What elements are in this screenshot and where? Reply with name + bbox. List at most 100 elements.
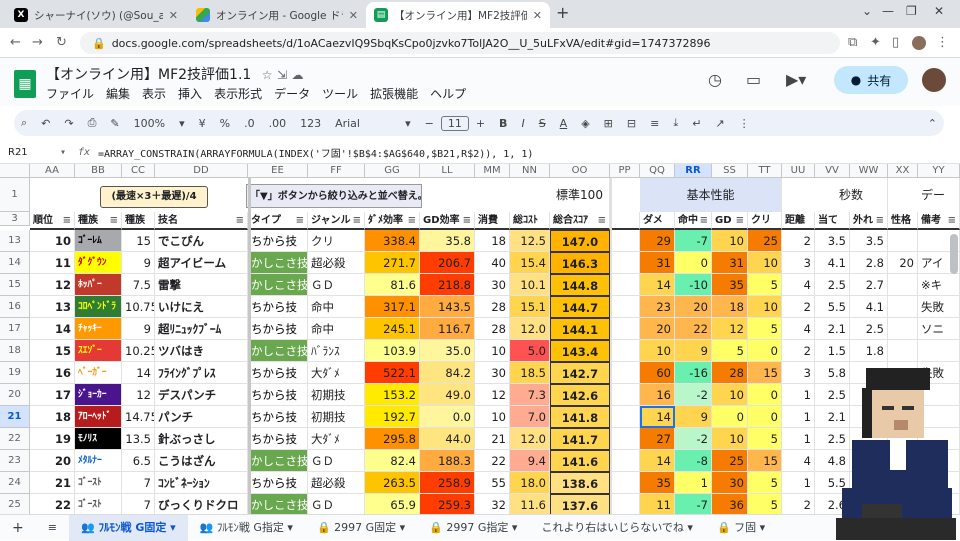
race-score-cell[interactable]: 14 [122,362,155,384]
filter-icon[interactable]: ≡ [948,212,956,228]
gd-stat-cell[interactable]: 5 [712,340,748,362]
hit-time-cell[interactable]: 5.5 [815,472,850,494]
column-header[interactable]: WW [850,164,888,178]
column-header[interactable]: EE [248,164,308,178]
plus-icon[interactable]: + [469,117,492,130]
gd-stat-cell[interactable]: 0 [712,406,748,428]
genre-cell[interactable]: 初期技 [308,406,365,428]
miss-time-cell[interactable]: 2.5 [850,318,888,340]
note-cell[interactable]: 失敗 [918,362,960,384]
star-icon[interactable]: ☆ [262,68,273,82]
row-header[interactable]: 15 [0,274,30,296]
chevron-down-icon[interactable]: ▾ [398,117,418,130]
note-cell[interactable] [918,450,960,472]
gd-stat-cell[interactable]: 10 [712,428,748,450]
damage-efficiency-cell[interactable]: 245.1 [365,318,420,340]
crit-stat-cell[interactable]: 0 [748,406,782,428]
gd-stat-cell[interactable]: 10 [712,230,748,252]
blank-cell[interactable] [610,230,640,252]
table-header-cell[interactable]: 種族≡ [122,212,155,230]
gd-stat-cell[interactable]: 28 [712,362,748,384]
zoom-select[interactable]: 100% [127,117,172,130]
rank-cell[interactable]: 21 [30,472,75,494]
damage-efficiency-cell[interactable]: 317.1 [365,296,420,318]
total-score-cell[interactable]: 144.7 [550,296,610,318]
restore-icon[interactable]: ❐ [906,4,917,18]
font-size-field[interactable]: 11 [440,115,469,131]
percent-button[interactable]: % [213,117,237,130]
distance-cell[interactable]: 2 [782,340,815,362]
genre-cell[interactable]: ﾊﾞﾗﾝｽ [308,340,365,362]
table-header-cell[interactable]: 総ｺｽﾄ≡ [510,212,550,230]
hit-stat-cell[interactable]: 0 [675,252,712,274]
nature-cell[interactable] [888,340,918,362]
total-score-cell[interactable]: 142.6 [550,384,610,406]
table-header-cell[interactable]: 性格≡ [888,212,918,230]
doc-title[interactable]: 【オンライン用】MF2技評価1.1 ☆ ⇲ ☁ [46,64,304,84]
total-cost-cell[interactable]: 12.0 [510,428,550,450]
hit-time-cell[interactable]: 4.1 [815,252,850,274]
hit-time-cell[interactable]: 4.8 [815,450,850,472]
genre-cell[interactable]: ＧＤ [308,450,365,472]
column-header[interactable]: CC [122,164,155,178]
type-cell[interactable]: ちから技 [248,230,308,252]
damage-efficiency-cell[interactable]: 338.4 [365,230,420,252]
extension-icon[interactable]: ⧉ [848,35,857,50]
total-score-cell[interactable]: 147.0 [550,230,610,252]
column-header[interactable]: VV [815,164,850,178]
url-field[interactable]: 🔒 docs.google.com/spreadsheets/d/1oACaez… [80,32,840,54]
filter-icon[interactable]: ≡ [736,212,744,228]
hit-time-cell[interactable]: 2.6 [815,494,850,514]
miss-time-cell[interactable]: 2.8 [850,252,888,274]
close-window-icon[interactable]: ✕ [934,4,944,18]
total-cost-cell[interactable]: 18.0 [510,472,550,494]
race-score-cell[interactable]: 10.75 [122,296,155,318]
table-header-cell[interactable]: 種族≡ [75,212,122,230]
damage-stat-cell[interactable]: 20 [640,318,675,340]
row-header[interactable]: 22 [0,428,30,450]
minus-icon[interactable]: − [418,117,441,130]
hit-stat-cell[interactable]: -7 [675,230,712,252]
rank-cell[interactable]: 13 [30,296,75,318]
column-header[interactable]: GG [365,164,420,178]
race-score-cell[interactable]: 7 [122,472,155,494]
damage-stat-cell[interactable]: 14 [640,274,675,296]
genre-cell[interactable]: クリ [308,230,365,252]
race-score-cell[interactable]: 15 [122,230,155,252]
hit-time-cell[interactable]: 2.5 [815,384,850,406]
type-cell[interactable]: ちから技 [248,362,308,384]
merge-icon[interactable]: ⊟ [620,117,643,130]
race-cell[interactable]: ｺﾞｰｽﾄ [75,472,122,494]
filter-icon[interactable]: ≡ [598,212,606,228]
crit-stat-cell[interactable]: 15 [748,362,782,384]
cost-cell[interactable]: 12 [475,384,510,406]
rank-cell[interactable]: 17 [30,384,75,406]
rank-cell[interactable]: 10 [30,230,75,252]
decrease-decimal-button[interactable]: .0 [237,117,262,130]
genre-cell[interactable]: 命中 [308,318,365,340]
more-formats-button[interactable]: 123 [293,117,328,130]
menu-extensions[interactable]: 拡張機能 [370,85,418,102]
table-header-cell[interactable]: 総合ｽｺｱ ≡ [550,212,610,230]
skill-name-cell[interactable]: デスパンチ [155,384,248,406]
miss-time-cell[interactable] [850,406,888,428]
total-cost-cell[interactable]: 18.5 [510,362,550,384]
note-cell[interactable]: ソニ [918,318,960,340]
row-header[interactable]: 18 [0,340,30,362]
menu-icon[interactable]: ⋮ [936,35,949,50]
cost-cell[interactable]: 30 [475,274,510,296]
name-box[interactable]: R21 [0,147,60,158]
skill-name-cell[interactable]: ツバはき [155,340,248,362]
skill-name-cell[interactable]: 雷撃 [155,274,248,296]
gd-stat-cell[interactable]: 25 [712,450,748,472]
skill-name-cell[interactable]: ｺﾝﾋﾞﾈｰｼｮﾝ [155,472,248,494]
skill-name-cell[interactable]: びっくりドクロ [155,494,248,514]
chevron-down-icon[interactable]: ▾ [60,147,78,158]
row-header[interactable]: 13 [0,230,30,252]
hit-time-cell[interactable]: 1.5 [815,340,850,362]
race-cell[interactable]: ﾓﾉﾘｽ [75,428,122,450]
column-header[interactable]: YY [918,164,960,178]
column-header[interactable]: TT [748,164,782,178]
damage-efficiency-cell[interactable]: 81.6 [365,274,420,296]
hit-time-cell[interactable]: 2.1 [815,406,850,428]
